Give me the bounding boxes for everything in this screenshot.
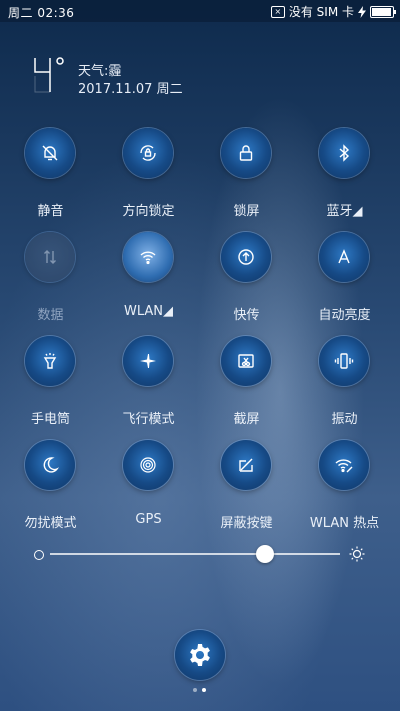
brightness-track[interactable]: [50, 553, 340, 555]
bell-off-icon: [42, 145, 58, 161]
toggle-circle[interactable]: [319, 336, 369, 386]
toggle-circle[interactable]: [123, 128, 173, 178]
toggle-lock-screen[interactable]: 锁屏: [198, 128, 295, 228]
brightness-low-icon: [34, 550, 44, 560]
sim-card-icon: ×: [270, 5, 285, 18]
toggle-circle[interactable]: [25, 440, 75, 490]
settings-button[interactable]: [175, 630, 225, 680]
toggle-label: 手电筒: [30, 412, 70, 427]
toggle-block-keys[interactable]: 屏蔽按键: [198, 440, 295, 540]
gear-icon: [190, 644, 210, 666]
toggle-label: 飞行模式: [122, 412, 175, 427]
brightness-slider[interactable]: [30, 544, 370, 564]
toggle-circle[interactable]: [123, 440, 173, 490]
weather-condition: 天气:霾: [78, 64, 122, 79]
screenshot-icon: [238, 354, 254, 368]
toggle-gps[interactable]: GPS: [100, 440, 197, 540]
toggle-circle[interactable]: [25, 128, 75, 178]
toggle-label: 屏蔽按键: [220, 516, 273, 531]
flashlight-icon: [43, 353, 57, 369]
bluetooth-icon: [339, 144, 350, 162]
status-day: 周二: [8, 6, 34, 20]
brightness-high-icon: [349, 546, 365, 562]
toggle-label: WLAN◢: [123, 304, 173, 319]
toggle-quick-transfer[interactable]: 快传: [198, 232, 295, 332]
bolt-icon: [358, 5, 366, 18]
toggle-circle[interactable]: [319, 232, 369, 282]
toggle-label: 勿扰模式: [24, 516, 77, 531]
toggle-label: 数据: [37, 308, 64, 323]
toggle-mobile-data[interactable]: 数据: [2, 232, 99, 332]
gps-icon: [140, 457, 156, 473]
toggle-label: 方向锁定: [122, 204, 175, 219]
status-indicators: × 没有 SIM 卡: [270, 3, 396, 20]
toggle-wlan-hotspot[interactable]: WLAN 热点: [296, 440, 393, 540]
toggle-circle[interactable]: [221, 128, 271, 178]
temperature-display: 4: [34, 57, 64, 93]
toggle-label: 快传: [233, 308, 260, 323]
moon-icon: [43, 457, 60, 473]
toggle-label: 自动亮度: [318, 308, 371, 323]
auto-brightness-icon: [338, 249, 350, 264]
toggle-circle[interactable]: [319, 440, 369, 490]
toggle-label: GPS: [135, 512, 162, 527]
toggle-label: 锁屏: [233, 204, 260, 219]
vibrate-icon: [334, 353, 354, 369]
battery-icon: [370, 5, 396, 18]
toggle-label: WLAN 热点: [309, 516, 380, 531]
toggle-screenshot[interactable]: 截屏: [198, 336, 295, 436]
battery-fill: [372, 7, 391, 16]
brightness-knob[interactable]: [255, 545, 274, 563]
toggle-label: 截屏: [233, 412, 260, 427]
page-dot-active: [202, 688, 206, 692]
toggle-flashlight[interactable]: 手电筒: [2, 336, 99, 436]
sim-status-text: 没有 SIM 卡: [288, 5, 354, 19]
status-clock: 周二 02:36: [8, 4, 74, 21]
hotspot-icon: [335, 459, 353, 473]
wifi-icon: [140, 251, 156, 265]
toggle-label: 蓝牙◢: [326, 204, 363, 219]
toggle-airplane-mode[interactable]: 飞行模式: [100, 336, 197, 436]
toggle-label: 静音: [37, 204, 64, 219]
mobile-data-icon: [44, 250, 56, 264]
toggle-circle[interactable]: [319, 128, 369, 178]
toggle-do-not-disturb[interactable]: 勿扰模式: [2, 440, 99, 540]
toggle-circle[interactable]: [123, 232, 173, 282]
block-keys-icon: [239, 458, 253, 472]
toggle-circle[interactable]: [221, 232, 271, 282]
toggle-bluetooth[interactable]: 蓝牙◢: [296, 128, 393, 228]
toggle-label: 振动: [331, 412, 358, 427]
toggle-silent[interactable]: 静音: [2, 128, 99, 228]
toggle-wlan[interactable]: WLAN◢: [100, 232, 197, 332]
toggle-circle[interactable]: [25, 336, 75, 386]
quick-transfer-icon: [238, 249, 254, 265]
toggle-circle[interactable]: [221, 336, 271, 386]
status-time: 02:36: [37, 6, 75, 20]
toggle-rotation-lock[interactable]: 方向锁定: [100, 128, 197, 228]
page-dot: [193, 688, 197, 692]
toggle-circle[interactable]: [123, 336, 173, 386]
toggle-circle[interactable]: [25, 232, 75, 282]
airplane-icon: [140, 354, 156, 368]
status-bar: 周二 02:36 × 没有 SIM 卡: [0, 0, 400, 22]
rotation-lock-icon: [140, 145, 156, 161]
toggle-vibrate[interactable]: 振动: [296, 336, 393, 436]
toggle-auto-brightness[interactable]: 自动亮度: [296, 232, 393, 332]
lock-icon: [239, 145, 253, 161]
toggle-circle[interactable]: [221, 440, 271, 490]
weather-date: 2017.11.07 周二: [78, 82, 183, 97]
page-indicator: [193, 688, 206, 692]
